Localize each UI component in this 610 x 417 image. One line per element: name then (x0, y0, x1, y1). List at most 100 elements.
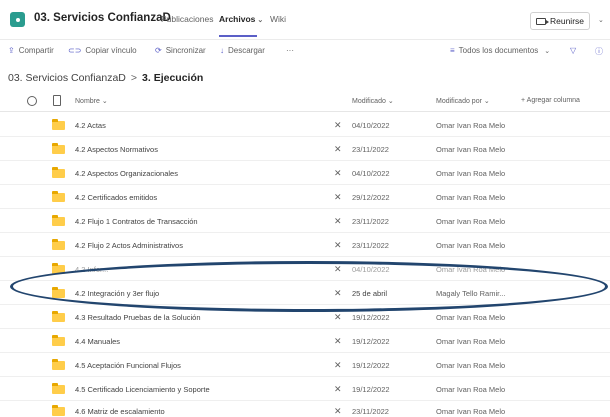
file-name[interactable]: 4.2 Integración y 3er flujo (75, 289, 159, 298)
table-row[interactable]: 4.2 Infor... ✕ 04/10/2022 Omar Ivan Roa Mel… (0, 257, 610, 281)
breadcrumb-current: 3. Ejecución (142, 72, 204, 84)
file-name[interactable]: 4.4 Manuales (75, 337, 120, 346)
column-name-label: Nombre (75, 98, 100, 105)
chevron-down-icon: ⌄ (101, 98, 108, 105)
file-modified-by: Omar Ivan Roa Melo (436, 217, 506, 226)
pin-off-icon[interactable]: ✕ (334, 288, 342, 299)
column-modified-by[interactable]: Modificado por ⌄ (436, 97, 490, 105)
pin-off-icon[interactable]: ✕ (334, 240, 342, 251)
filter-icon[interactable]: ▽ (570, 46, 576, 55)
tab-publicaciones[interactable]: Publicaciones (161, 14, 213, 24)
file-modified: 25 de abril (352, 289, 388, 298)
table-row[interactable]: 4.3 Resultado Pruebas de la Solución ✕ 19/… (0, 305, 610, 329)
file-modified-by: Omar Ivan Roa Melo (436, 145, 506, 154)
column-header-row: Nombre ⌄ Modificado ⌄ Modificado por ⌄ + Ag… (0, 90, 610, 112)
pin-off-icon[interactable]: ✕ (334, 360, 342, 371)
table-row[interactable]: 4.2 Flujo 2 Actos Administrativos ✕ 23/11/… (0, 233, 610, 257)
more-button[interactable]: ··· (286, 46, 294, 55)
pin-off-icon[interactable]: ✕ (334, 384, 342, 395)
meet-options-chevron-icon[interactable]: ⌄ (598, 16, 604, 24)
file-type-icon[interactable] (53, 95, 61, 106)
file-name[interactable]: 4.5 Aceptación Funcional Flujos (75, 361, 181, 370)
pin-off-icon[interactable]: ✕ (334, 168, 342, 179)
info-icon[interactable]: ⓘ (595, 46, 603, 57)
sync-button[interactable]: ⟳ Sincronizar (155, 46, 206, 55)
pin-off-icon[interactable]: ✕ (334, 192, 342, 203)
file-modified-by: Magaly Tello Ramir... (436, 289, 506, 298)
download-button[interactable]: ↓ Descargar (220, 46, 265, 55)
breadcrumb-separator: > (130, 72, 138, 84)
table-row[interactable]: 4.2 Actas ✕ 04/10/2022 Omar Ivan Roa Melo (0, 113, 610, 137)
table-row[interactable]: 4.2 Integración y 3er flujo ✕ 25 de abril M… (0, 281, 610, 305)
folder-icon (52, 215, 65, 226)
file-modified: 19/12/2022 (352, 385, 390, 394)
file-modified: 23/11/2022 (352, 241, 389, 250)
table-row[interactable]: 4.2 Aspectos Organizacionales ✕ 04/10/2022… (0, 161, 610, 185)
table-row[interactable]: 4.2 Flujo 1 Contratos de Transacción ✕ 23/… (0, 209, 610, 233)
table-row[interactable]: 4.4 Manuales ✕ 19/12/2022 Omar Ivan Roa Mel… (0, 329, 610, 353)
file-name[interactable]: 4.2 Aspectos Normativos (75, 145, 158, 154)
file-modified: 19/12/2022 (352, 313, 390, 322)
folder-icon (52, 167, 65, 178)
pin-off-icon[interactable]: ✕ (334, 406, 342, 417)
file-name[interactable]: 4.2 Aspectos Organizacionales (75, 169, 178, 178)
pin-off-icon[interactable]: ✕ (334, 120, 342, 131)
table-row[interactable]: 4.2 Aspectos Normativos ✕ 23/11/2022 Omar I… (0, 137, 610, 161)
file-modified-by: Omar Ivan Roa Melo (436, 241, 506, 250)
folder-icon (52, 287, 65, 298)
download-icon: ↓ (220, 46, 224, 55)
share-icon: ⇪ (8, 46, 15, 55)
tab-archivos[interactable]: Archivos ⌄ (219, 14, 263, 24)
chevron-down-icon: ⌄ (483, 98, 490, 105)
table-row[interactable]: 4.5 Aceptación Funcional Flujos ✕ 19/12/20… (0, 353, 610, 377)
folder-icon (52, 191, 65, 202)
table-row[interactable]: 4.2 Certificados emitidos ✕ 29/12/2022 Omar… (0, 185, 610, 209)
view-selector[interactable]: ≡ Todos los documentos ⌄ (450, 46, 550, 55)
column-name[interactable]: Nombre ⌄ (75, 97, 108, 105)
file-modified: 23/11/2022 (352, 145, 389, 154)
column-modified[interactable]: Modificado ⌄ (352, 97, 394, 105)
file-name[interactable]: 4.3 Resultado Pruebas de la Solución (75, 313, 201, 322)
share-label: Compartir (18, 46, 54, 55)
share-button[interactable]: ⇪ Compartir (8, 46, 54, 55)
tab-wiki[interactable]: Wiki (270, 14, 286, 24)
select-all-radio[interactable] (27, 96, 37, 106)
chevron-down-icon: ⌄ (257, 17, 264, 24)
meet-button-label: Reunirse (549, 16, 585, 26)
file-name[interactable]: 4.2 Flujo 2 Actos Administrativos (75, 241, 183, 250)
pin-off-icon[interactable]: ✕ (334, 144, 342, 155)
file-name[interactable]: 4.6 Matriz de escalamiento (75, 407, 165, 416)
folder-icon (52, 119, 65, 130)
command-bar: ⇪ Compartir ⊂⊃ Copiar vínculo ⟳ Sincronizar… (0, 40, 610, 64)
pin-off-icon[interactable]: ✕ (334, 216, 342, 227)
file-modified: 19/12/2022 (352, 337, 390, 346)
file-modified-by: Omar Ivan Roa Melo (436, 193, 506, 202)
file-name[interactable]: 4.5 Certificado Licenciamiento y Soporte (75, 385, 210, 394)
file-name[interactable]: 4.2 Actas (75, 121, 106, 130)
meet-button[interactable]: Reunirse (530, 12, 590, 30)
copy-link-button[interactable]: ⊂⊃ Copiar vínculo (68, 46, 137, 55)
file-modified: 23/11/2022 (352, 217, 389, 226)
file-name[interactable]: 4.2 Certificados emitidos (75, 193, 157, 202)
table-row[interactable]: 4.6 Matriz de escalamiento ✕ 23/11/2022 Oma… (0, 399, 610, 417)
team-icon (10, 12, 25, 27)
file-name[interactable]: 4.2 Infor... (75, 265, 108, 274)
file-modified-by: Omar Ivan Roa Melo (436, 121, 506, 130)
team-title[interactable]: 03. Servicios ConfianzaD (34, 12, 171, 24)
list-view-icon: ≡ (450, 46, 455, 55)
file-name[interactable]: 4.2 Flujo 1 Contratos de Transacción (75, 217, 198, 226)
pin-off-icon[interactable]: ✕ (334, 312, 342, 323)
pin-off-icon[interactable]: ✕ (334, 336, 342, 347)
file-modified: 04/10/2022 (352, 265, 390, 274)
top-bar: 03. Servicios ConfianzaD Publicaciones A… (0, 0, 610, 40)
pin-off-icon[interactable]: ✕ (334, 264, 342, 275)
chevron-down-icon: ⌄ (544, 47, 551, 55)
add-column-button[interactable]: + Agregar columna (521, 97, 580, 104)
sync-label: Sincronizar (165, 46, 206, 55)
file-modified-by: Omar Ivan Roa Melo (436, 361, 506, 370)
active-tab-indicator (219, 35, 257, 37)
breadcrumb-parent[interactable]: 03. Servicios ConfianzaD (8, 72, 126, 84)
file-modified: 04/10/2022 (352, 169, 390, 178)
tab-archivos-label: Archivos (219, 14, 256, 24)
table-row[interactable]: 4.5 Certificado Licenciamiento y Soporte… (0, 377, 610, 401)
